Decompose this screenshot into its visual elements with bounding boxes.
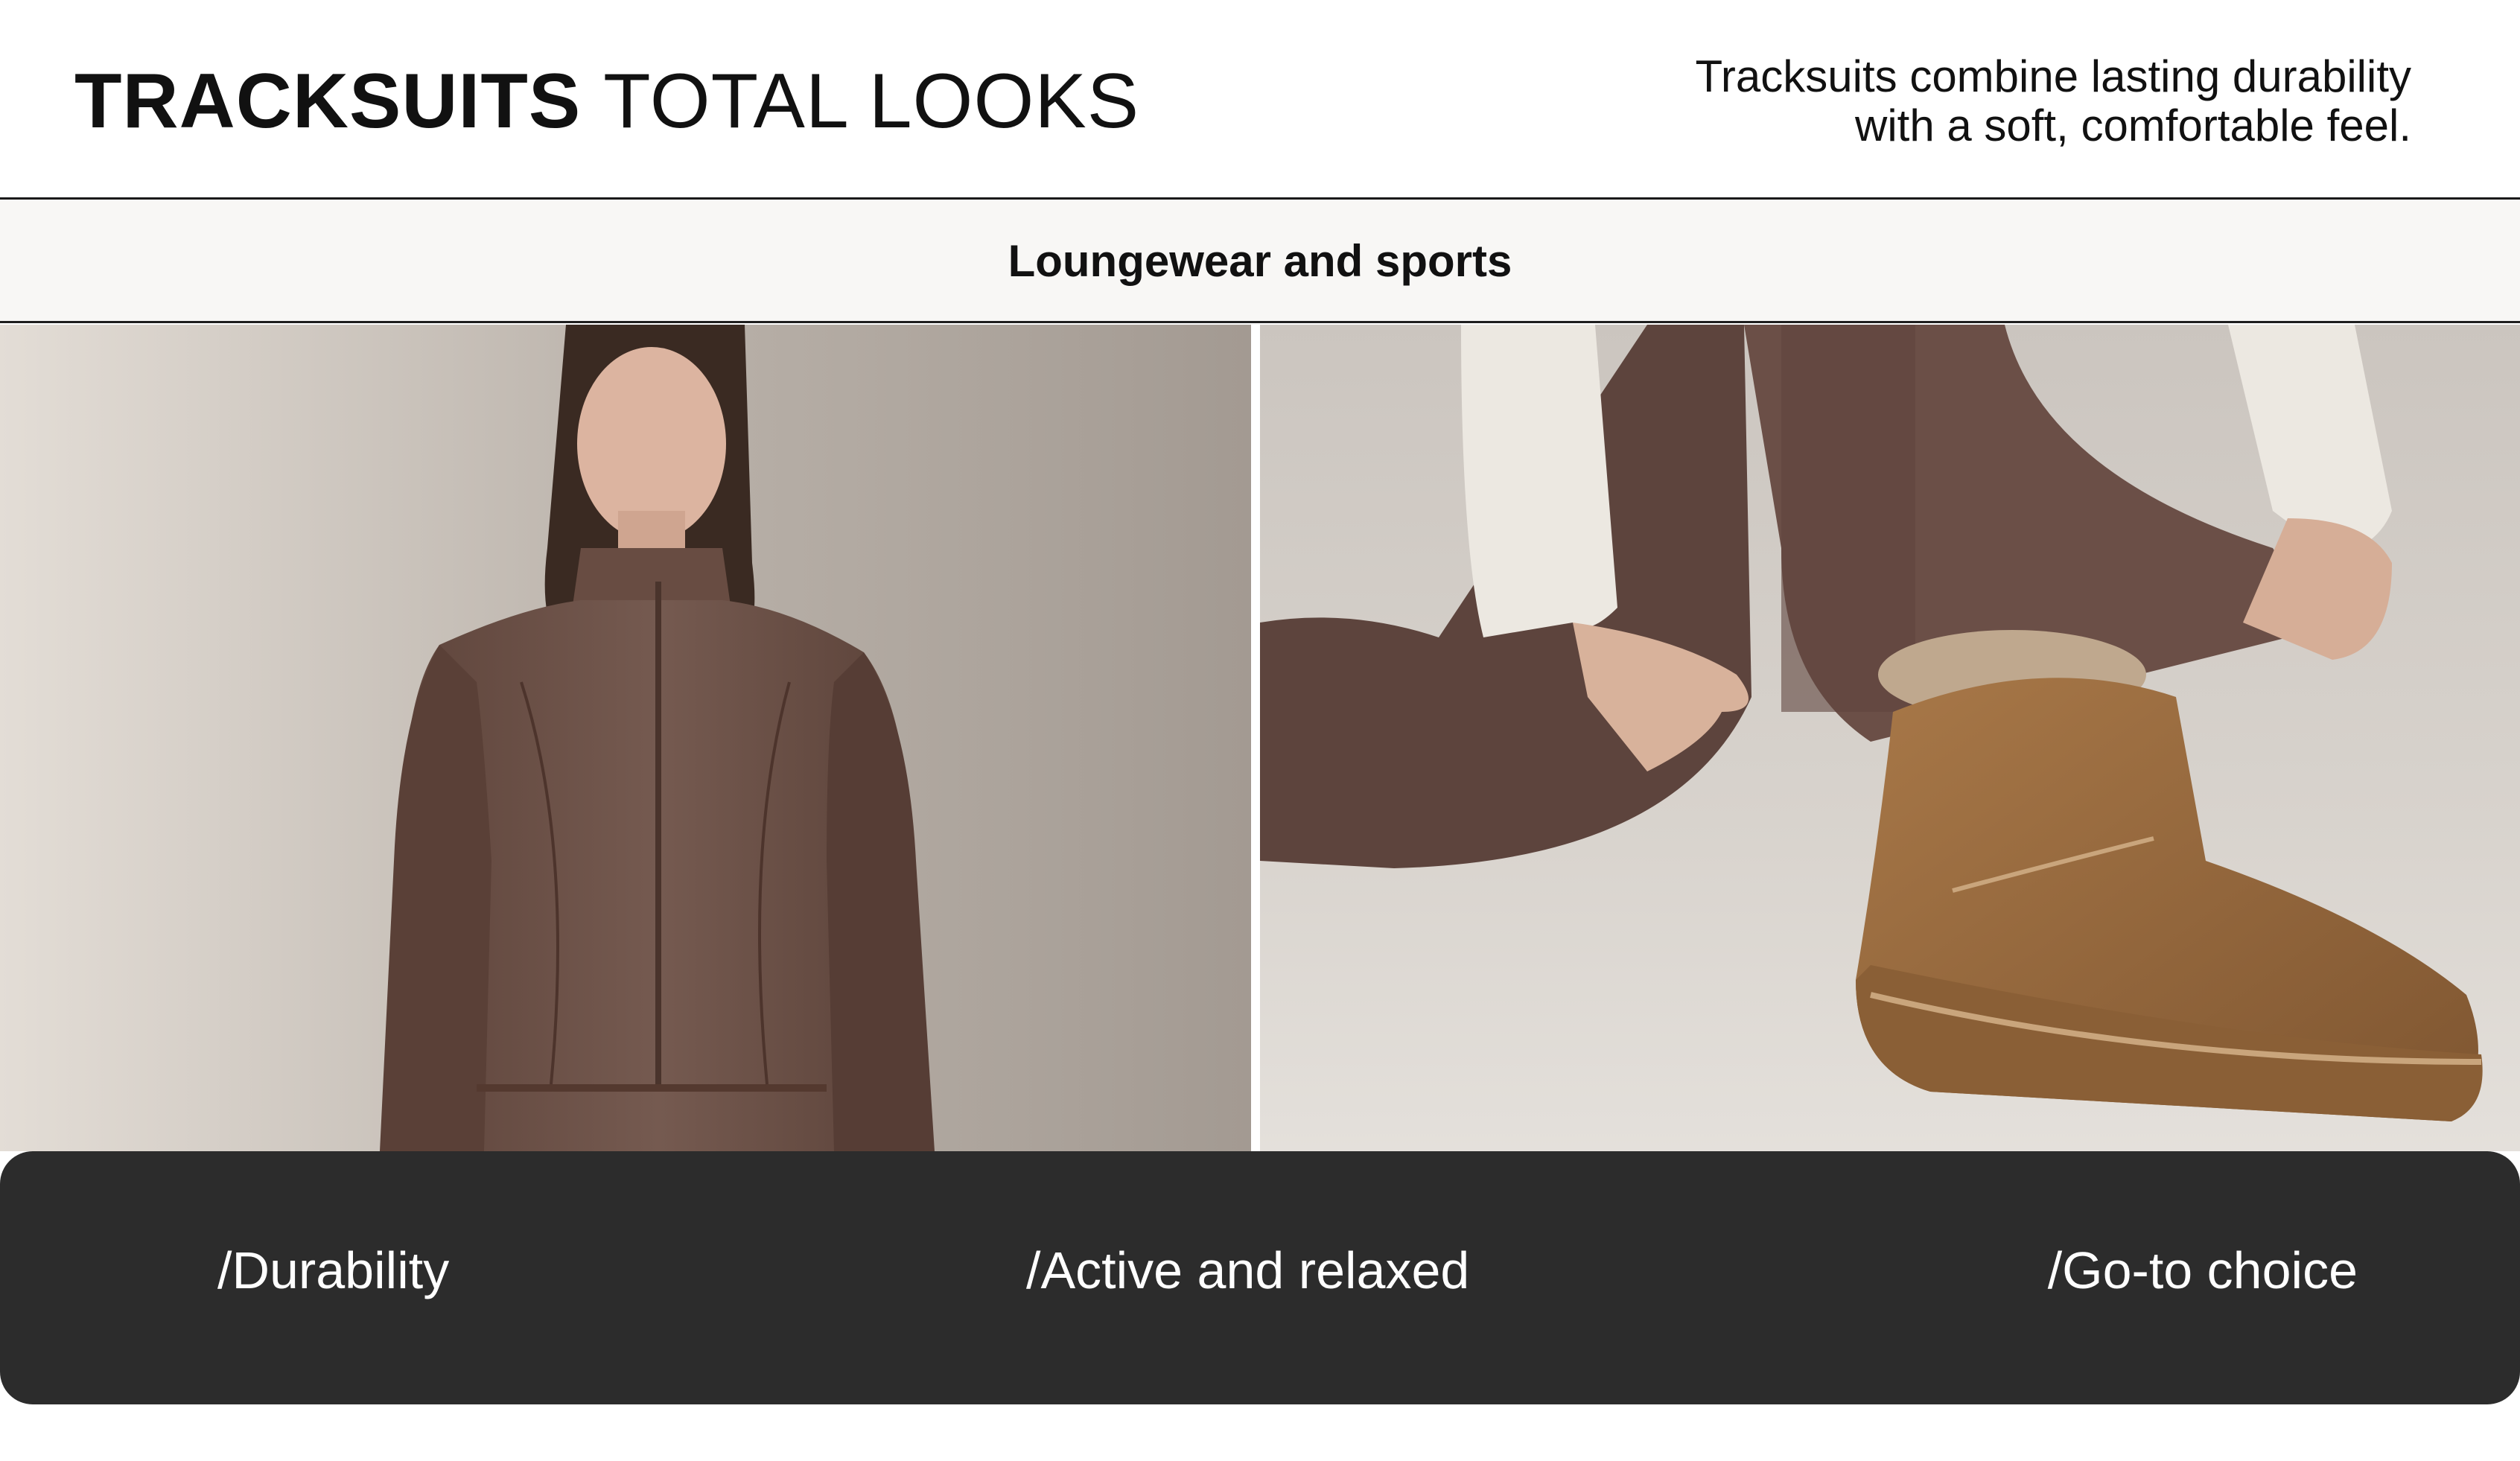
- feature-durability: /Durability: [217, 1241, 450, 1299]
- tagline: Tracksuits combine lasting durability wi…: [1518, 51, 2412, 150]
- features-bar: /Durability /Active and relaxed /Go-to c…: [0, 1151, 2520, 1404]
- page-title: TRACKSUITS TOTAL LOOKS: [74, 60, 1139, 143]
- photo-right[interactable]: [1260, 325, 2520, 1151]
- tracksuits-banner: TRACKSUITS TOTAL LOOKS Tracksuits combin…: [0, 0, 2520, 1461]
- feature-active-relaxed: /Active and relaxed: [1026, 1241, 1470, 1299]
- feature-go-to-choice: /Go-to choice: [2047, 1241, 2358, 1299]
- photo-row: [0, 325, 2520, 1151]
- title-light: TOTAL LOOKS: [603, 58, 1140, 144]
- photo-left[interactable]: [0, 325, 1251, 1151]
- tagline-line-2: with a soft, comfortable feel.: [1854, 101, 2411, 150]
- category-label: Loungewear and sports: [1008, 236, 1512, 286]
- tagline-line-1: Tracksuits combine lasting durability: [1695, 51, 2412, 101]
- header: TRACKSUITS TOTAL LOOKS Tracksuits combin…: [0, 0, 2520, 198]
- boot-trouser-image: [1260, 325, 2520, 1151]
- category-band: Loungewear and sports: [0, 200, 2520, 323]
- model-jacket-image: [0, 325, 1251, 1151]
- title-bold: TRACKSUITS: [74, 58, 582, 144]
